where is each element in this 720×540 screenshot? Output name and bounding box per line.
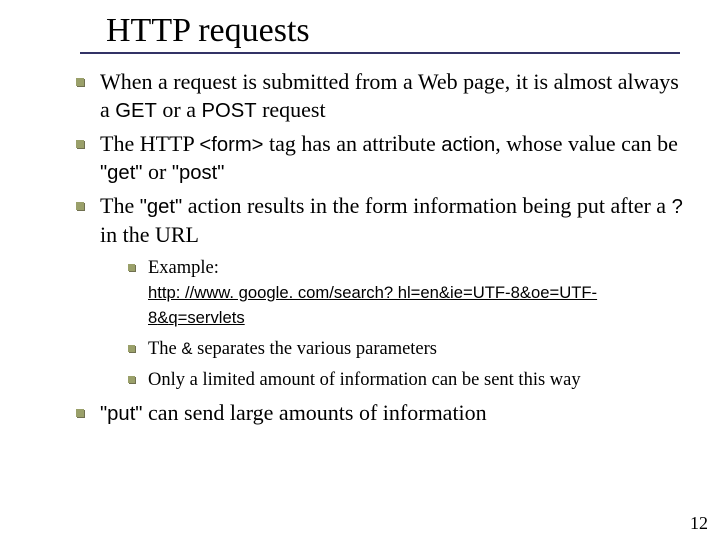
- sub-bullet-item: Example: http: //www. google. com/search…: [124, 256, 690, 331]
- text: tag has an attribute: [264, 131, 442, 156]
- code-question-mark: ?: [672, 196, 683, 218]
- bullet-item: "put" can send large amounts of informat…: [70, 399, 690, 427]
- sub-bullet-item: Only a limited amount of information can…: [124, 368, 690, 393]
- bullet-item: The HTTP <form> tag has an attribute act…: [70, 130, 690, 187]
- bullet-item: The "get" action results in the form inf…: [70, 192, 690, 393]
- code-url: ie=UTF-8: [450, 283, 520, 302]
- title-underline: HTTP requests: [80, 12, 680, 54]
- code-url: q=servlets: [168, 308, 244, 327]
- bullet-item: When a request is submitted from a Web p…: [70, 68, 690, 124]
- code-get-str: "get": [100, 162, 143, 184]
- text: can send large amounts of information: [143, 400, 487, 425]
- slide-title: HTTP requests: [106, 12, 680, 50]
- text: or a: [157, 97, 202, 122]
- text: The HTTP: [100, 131, 199, 156]
- code-amp: &: [181, 339, 192, 358]
- code-amp: &: [157, 308, 168, 327]
- text: The: [148, 339, 181, 359]
- text: or: [143, 159, 172, 184]
- code-put-str: "put": [100, 403, 143, 425]
- text: The: [100, 193, 140, 218]
- text: request: [257, 97, 326, 122]
- page-number: 12: [690, 513, 708, 534]
- code-post: POST: [201, 100, 256, 122]
- sub-bullet-item: The & separates the various parameters: [124, 337, 690, 362]
- code-form-tag: <form>: [199, 134, 263, 156]
- bullet-list: When a request is submitted from a Web p…: [70, 68, 690, 427]
- code-url: http: //www. google. com/search? hl=en: [148, 283, 439, 302]
- text: action results in the form information b…: [182, 193, 671, 218]
- text: in the URL: [100, 222, 199, 247]
- code-get: GET: [115, 100, 157, 122]
- code-post-str: "post": [172, 162, 225, 184]
- code-action: action: [441, 134, 495, 156]
- text: Example:: [148, 258, 219, 278]
- slide: HTTP requests When a request is submitte…: [0, 0, 720, 540]
- text: separates the various parameters: [193, 339, 438, 359]
- code-amp: &: [439, 283, 450, 302]
- code-get-str: "get": [140, 196, 183, 218]
- code-amp: &: [520, 283, 531, 302]
- sub-bullet-list: Example: http: //www. google. com/search…: [124, 256, 690, 393]
- text: , whose value can be: [495, 131, 678, 156]
- text: Only a limited amount of information can…: [148, 370, 581, 390]
